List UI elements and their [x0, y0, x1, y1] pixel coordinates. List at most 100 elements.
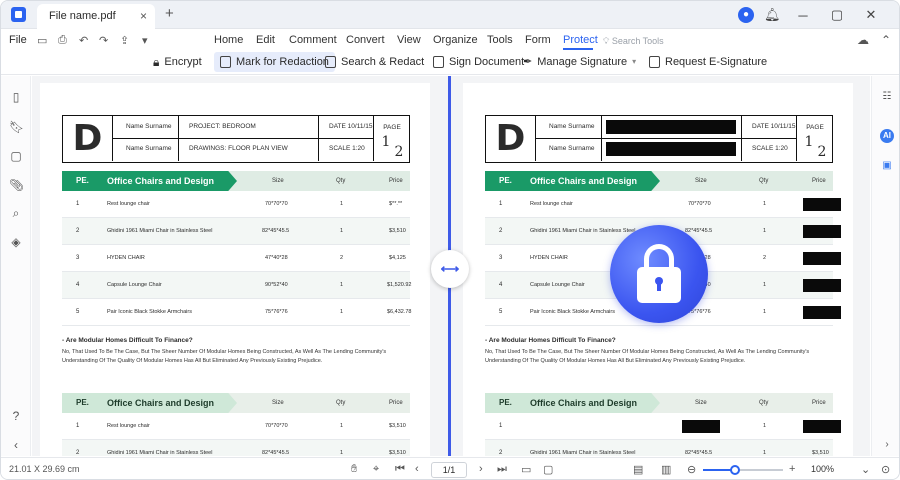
comment-icon[interactable]: ▢: [9, 149, 23, 163]
table-title: Office Chairs and Design: [107, 176, 215, 186]
col-price: Price: [389, 178, 403, 184]
table-row: 1 1: [485, 413, 841, 440]
help-icon[interactable]: ?: [9, 409, 23, 423]
search-redact-button[interactable]: Search & Redact: [319, 52, 430, 72]
share-icon[interactable]: ⇪: [120, 34, 129, 47]
dropdown-icon[interactable]: ▾: [142, 34, 148, 47]
row-size: 90*52*40: [265, 282, 288, 288]
menu-view[interactable]: View: [397, 34, 421, 46]
select-tool-icon[interactable]: ⌖: [373, 463, 379, 476]
next-page-icon[interactable]: ›: [479, 463, 483, 475]
collapse-ribbon-icon[interactable]: ⌃: [881, 33, 891, 47]
request-esignature-label: Request E-Signature: [665, 56, 768, 68]
menu-protect[interactable]: Protect: [563, 34, 598, 46]
bookmark-icon[interactable]: 🔖︎: [9, 120, 24, 134]
properties-icon[interactable]: ☷: [880, 90, 894, 104]
row-name: Capsule Lounge Chair: [530, 282, 585, 288]
row-size: 70*70*70: [688, 201, 711, 207]
undo-icon[interactable]: ↶: [79, 34, 88, 47]
search-icon[interactable]: ⌕: [9, 206, 23, 220]
bell-icon[interactable]: 🔔︎: [764, 7, 781, 23]
redaction-box: [803, 198, 841, 211]
encrypt-label: Encrypt: [164, 56, 202, 68]
lock-icon: [610, 225, 708, 323]
zoom-value[interactable]: 100%: [811, 464, 834, 474]
fit-width-icon[interactable]: ▭: [521, 463, 531, 476]
attachment-icon[interactable]: 📎︎: [9, 178, 24, 192]
minimize-button[interactable]: ─: [795, 8, 811, 23]
row-num: 1: [76, 423, 80, 429]
compare-slider-handle[interactable]: ⟷: [431, 250, 469, 288]
menu-organize[interactable]: Organize: [433, 34, 478, 46]
layers-icon[interactable]: ◈: [9, 235, 23, 249]
row-qty: 1: [340, 201, 344, 207]
zoom-dropdown-icon[interactable]: ⌄: [861, 463, 870, 476]
first-page-icon[interactable]: ⏮︎: [395, 463, 405, 476]
row-price: $3,510: [389, 423, 406, 429]
page-indicator-input[interactable]: 1/1: [431, 462, 467, 478]
name-surname-1: Name Surname: [126, 123, 172, 130]
page-label: PAGE: [806, 124, 824, 131]
menu-tools[interactable]: Tools: [487, 34, 513, 46]
row-price: $3,510: [389, 228, 406, 234]
row-qty: 1: [763, 450, 767, 456]
redo-icon[interactable]: ↷: [99, 34, 108, 47]
print-icon[interactable]: ⎙: [58, 34, 67, 47]
zoom-out-icon[interactable]: ⊖: [687, 463, 696, 476]
search-redact-label: Search & Redact: [341, 56, 425, 68]
row-price: $3,510: [389, 450, 406, 456]
manage-signature-button[interactable]: ✒ Manage Signature ▾: [517, 52, 642, 72]
row-name: Rest lounge chair: [107, 201, 150, 207]
redaction-box: [803, 225, 841, 238]
question-text: No, That Used To Be The Case, But The Sh…: [485, 349, 810, 364]
pe-label: PE.: [499, 398, 512, 407]
pe-label: PE.: [499, 176, 512, 185]
manage-signature-label: Manage Signature: [537, 56, 628, 68]
menu-form[interactable]: Form: [525, 34, 551, 46]
redaction-box: [606, 120, 736, 134]
page-thumbnail-icon[interactable]: ▯: [9, 90, 23, 104]
request-esignature-button[interactable]: Request E-Signature: [643, 52, 773, 72]
col-size: Size: [695, 178, 707, 184]
hand-tool-icon[interactable]: ✋︎: [351, 463, 357, 476]
search-tools-input[interactable]: 💡︎ Search Tools: [603, 36, 664, 47]
document-tab[interactable]: File name.pdf ×: [37, 4, 155, 29]
row-name: HYDEN CHAIR: [530, 255, 568, 261]
tab-close-icon[interactable]: ×: [140, 4, 147, 29]
new-tab-icon[interactable]: +: [165, 5, 174, 22]
cloud-icon[interactable]: ☁: [857, 33, 869, 47]
row-qty: 1: [340, 282, 344, 288]
ai-assistant-icon[interactable]: AI: [880, 129, 894, 143]
prev-page-icon[interactable]: ‹: [415, 463, 419, 475]
file-menu[interactable]: File: [9, 34, 27, 46]
col-price: Price: [389, 400, 403, 406]
menu-home[interactable]: Home: [214, 34, 243, 46]
view-mode-icon[interactable]: ▥: [661, 463, 671, 476]
menu-convert[interactable]: Convert: [346, 34, 385, 46]
original-page: D Name Surname Name Surname PROJECT: BED…: [40, 83, 430, 456]
status-bar: 21.01 X 29.69 cm ✋︎ ⌖ ⏮︎ ‹ 1/1 › ⏭︎ ▭ ▢ …: [1, 457, 899, 479]
zoom-slider[interactable]: [703, 465, 783, 475]
encrypt-button[interactable]: 🔒︎ Encrypt: [147, 52, 208, 72]
zoom-knob[interactable]: [730, 465, 740, 475]
fit-page-icon[interactable]: ▢: [543, 463, 553, 476]
page-layout-icon[interactable]: ▤: [633, 463, 643, 476]
left-sidebar: ▯ 🔖︎ ▢ 📎︎ ⌕ ◈ ? ‹: [1, 76, 31, 456]
doc-logo: D: [63, 116, 113, 161]
fullscreen-icon[interactable]: ⊙: [881, 463, 890, 476]
close-window-button[interactable]: ✕: [863, 7, 879, 23]
sign-document-button[interactable]: Sign Document: [427, 52, 530, 72]
save-icon[interactable]: ▭: [37, 34, 47, 47]
collapse-left-icon[interactable]: ‹: [9, 438, 23, 452]
mark-for-redaction-button[interactable]: Mark for Redaction: [214, 52, 335, 72]
menu-comment[interactable]: Comment: [289, 34, 337, 46]
avatar[interactable]: ●: [738, 7, 754, 23]
maximize-button[interactable]: ▢: [829, 7, 845, 23]
zoom-in-icon[interactable]: +: [789, 463, 795, 475]
menu-edit[interactable]: Edit: [256, 34, 275, 46]
expand-right-icon[interactable]: ›: [880, 438, 894, 452]
table2-title: Office Chairs and Design: [107, 398, 215, 408]
row-size: 75*76*76: [265, 309, 288, 315]
translate-icon[interactable]: ▣: [880, 159, 894, 173]
last-page-icon[interactable]: ⏭︎: [497, 463, 507, 476]
